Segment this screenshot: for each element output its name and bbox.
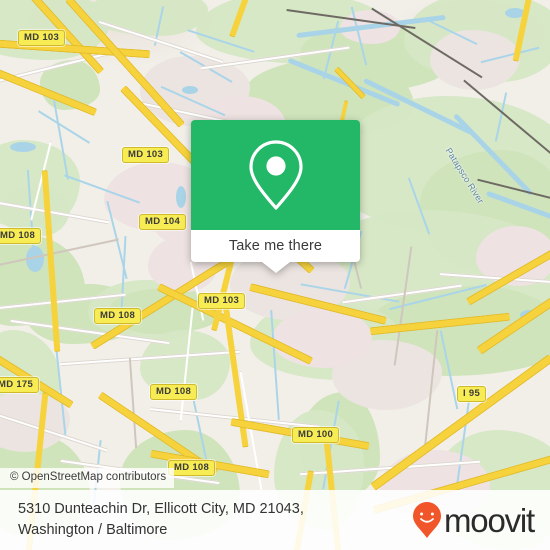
road-shield-md108[interactable]: MD 108: [0, 228, 42, 244]
road-shield-md103[interactable]: MD 103: [122, 147, 170, 163]
lake: [182, 86, 198, 94]
footer-bar: 5310 Dunteachin Dr, Ellicott City, MD 21…: [0, 490, 550, 550]
map-screenshot: Patapsco River MD 103 MD 103 MD 104 MD 1…: [0, 0, 550, 550]
moovit-wordmark: moovit: [444, 501, 535, 539]
moovit-pin-icon: [413, 502, 441, 538]
road-shield-md108[interactable]: MD 108: [94, 308, 142, 324]
road-shield-md175[interactable]: MD 175: [0, 377, 40, 393]
callout-tail: [261, 262, 290, 273]
lake: [176, 186, 186, 208]
address-line-2: Washington / Baltimore: [18, 522, 168, 538]
address-line-1: 5310 Dunteachin Dr, Ellicott City, MD 21…: [18, 501, 304, 517]
road-shield-md108[interactable]: MD 108: [168, 460, 216, 476]
road-shield-md100[interactable]: MD 100: [292, 427, 340, 443]
address-block: 5310 Dunteachin Dr, Ellicott City, MD 21…: [18, 499, 304, 541]
map-canvas[interactable]: Patapsco River MD 103 MD 103 MD 104 MD 1…: [0, 0, 550, 550]
take-me-there-label: Take me there: [228, 238, 323, 254]
location-callout[interactable]: Take me there: [191, 120, 360, 273]
road-shield-md108[interactable]: MD 108: [150, 384, 198, 400]
moovit-logo[interactable]: moovit: [412, 501, 535, 539]
map-pin-icon: [248, 140, 303, 210]
road-shield-md103[interactable]: MD 103: [198, 293, 246, 309]
lake: [10, 142, 36, 152]
callout-icon-area: [191, 120, 360, 230]
road-shield-md104[interactable]: MD 104: [139, 214, 187, 230]
road-shield-md103[interactable]: MD 103: [18, 30, 66, 46]
osm-attribution[interactable]: © OpenStreetMap contributors: [0, 468, 175, 488]
road-shield-i95[interactable]: I 95: [457, 386, 487, 402]
callout-action-area[interactable]: Take me there: [191, 230, 360, 262]
